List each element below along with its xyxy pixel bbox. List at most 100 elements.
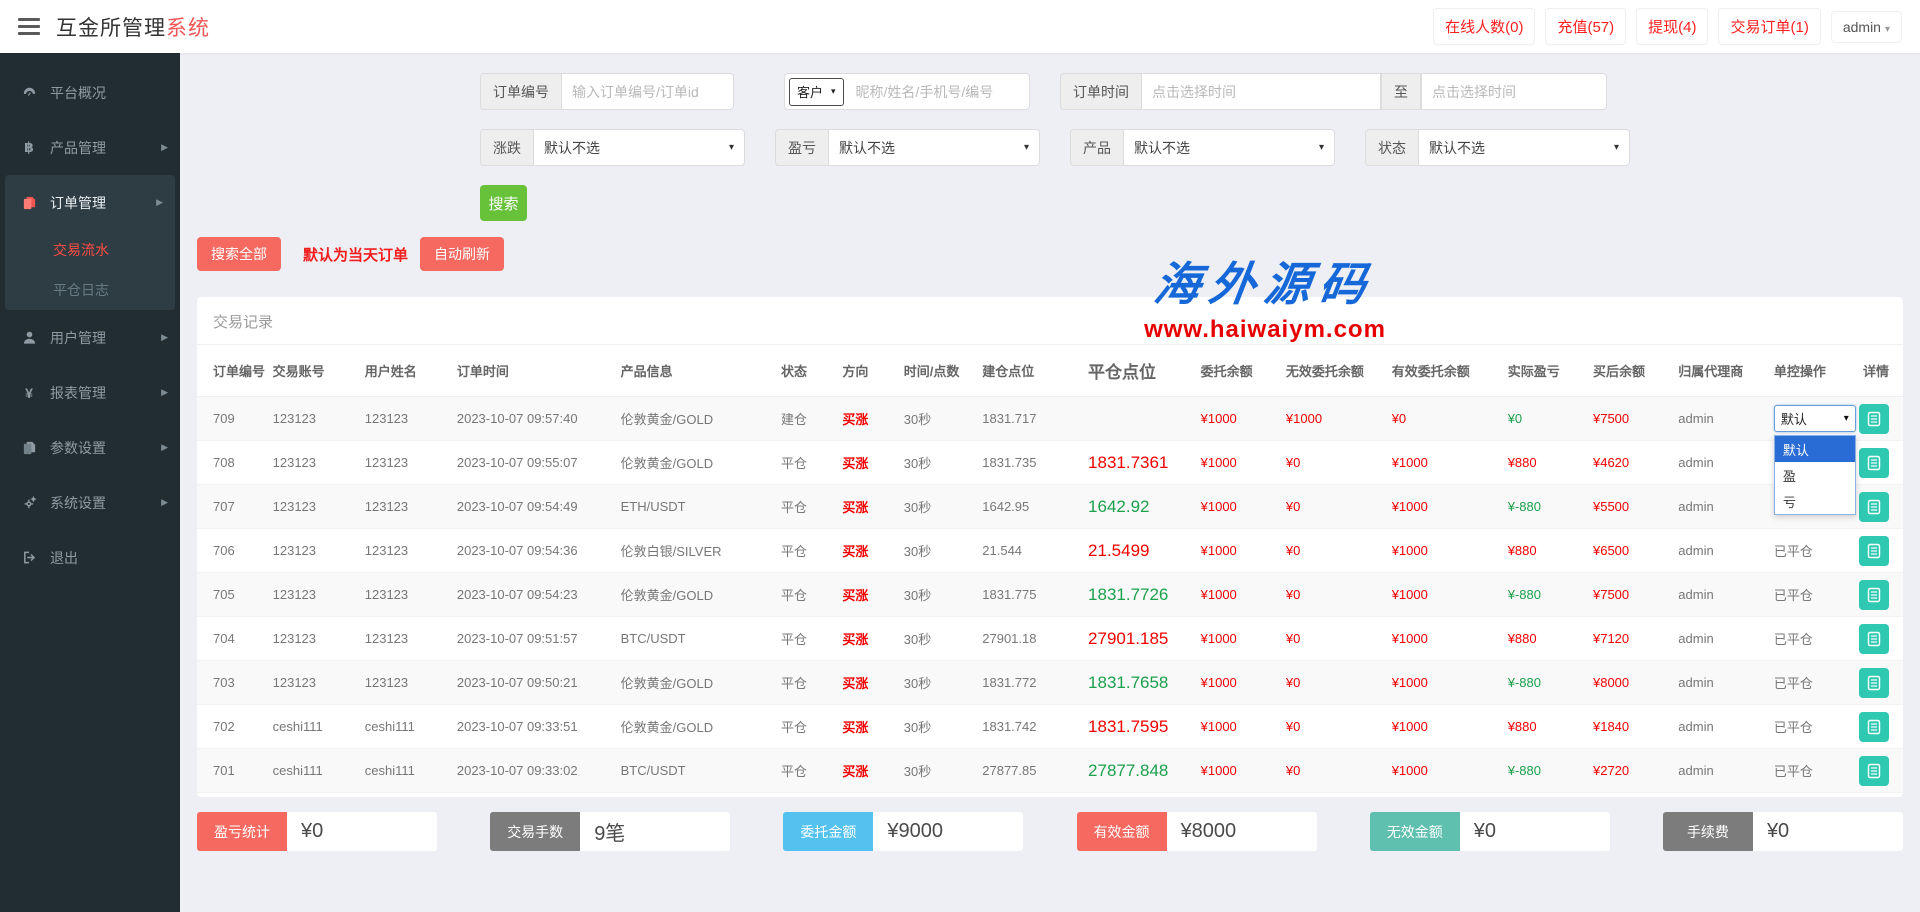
cell-detail [1855, 441, 1903, 485]
cell-valid: ¥1000 [1388, 441, 1504, 485]
cell-agent: admin [1674, 529, 1770, 573]
customer-input[interactable]: 昵称/姓名/手机号/编号 [856, 82, 994, 102]
cell-valid: ¥1000 [1388, 573, 1504, 617]
order-time-label: 订单时间 [1060, 73, 1141, 110]
auto-refresh-button[interactable]: 自动刷新 [420, 237, 504, 271]
detail-button[interactable] [1859, 756, 1889, 786]
sidebar-item-params[interactable]: 参数设置 ▶ [0, 420, 180, 475]
cell-name: 123123 [361, 397, 453, 441]
sidebar-item-system[interactable]: 系统设置 ▶ [0, 475, 180, 530]
cell-product: 伦敦黄金/GOLD [617, 397, 777, 441]
cell-profit: ¥0 [1504, 397, 1589, 441]
sidebar-subitem-trade-flow[interactable]: 交易流水 [5, 230, 175, 270]
cell-control: 默认▾ 默认盈亏 [1770, 397, 1855, 441]
cell-close: 27877.848 [1084, 749, 1197, 793]
recharge-link[interactable]: 充值(57) [1545, 8, 1626, 45]
cell-period: 30秒 [900, 705, 978, 749]
control-option[interactable]: 亏 [1775, 488, 1855, 514]
cell-open: 1831.742 [978, 705, 1084, 749]
search-button[interactable]: 搜索 [480, 185, 527, 221]
cell-close: 27901.185 [1084, 617, 1197, 661]
cell-period: 30秒 [900, 397, 978, 441]
product-select[interactable]: 默认不选▾ [1123, 129, 1335, 166]
order-no-filter: 订单编号 [480, 73, 734, 110]
column-header-direction: 方向 [838, 345, 899, 397]
cell-account: 123123 [269, 617, 361, 661]
cell-after: ¥6500 [1589, 529, 1674, 573]
control-option[interactable]: 默认 [1775, 436, 1855, 462]
table-row: 7061231231231232023-10-07 09:54:36伦敦白银/S… [197, 529, 1903, 573]
control-select[interactable]: 默认▾ [1774, 405, 1856, 432]
detail-button[interactable] [1859, 536, 1889, 566]
cell-account: 123123 [269, 441, 361, 485]
customer-type-select[interactable]: 客户▾ [789, 78, 844, 106]
sidebar-item-logout[interactable]: 退出 [0, 530, 180, 585]
detail-button[interactable] [1859, 492, 1889, 522]
updown-filter: 涨跌 默认不选▾ [480, 129, 745, 166]
cell-profit: ¥880 [1504, 617, 1589, 661]
detail-button[interactable] [1859, 404, 1889, 434]
cell-detail [1855, 617, 1903, 661]
detail-button[interactable] [1859, 668, 1889, 698]
sidebar-item-orders[interactable]: 订单管理 ▶ [5, 175, 175, 230]
user-icon [20, 330, 38, 346]
column-header-account: 交易账号 [269, 345, 361, 397]
search-all-button[interactable]: 搜索全部 [197, 237, 281, 271]
trade-orders-link[interactable]: 交易订单(1) [1718, 8, 1820, 45]
cell-account: ceshi111 [269, 705, 361, 749]
cell-status: 建仓 [777, 397, 838, 441]
time-from-input[interactable] [1141, 73, 1381, 110]
withdraw-link[interactable]: 提现(4) [1636, 8, 1708, 45]
detail-button[interactable] [1859, 624, 1889, 654]
summary-entrust-amount: 委托金额 ¥9000 [783, 812, 1023, 851]
cell-product: 伦敦黄金/GOLD [617, 705, 777, 749]
control-select-wrap: 默认▾ 默认盈亏 [1774, 405, 1856, 432]
time-to-input[interactable] [1421, 73, 1607, 110]
cell-id: 707 [197, 485, 269, 529]
cell-control: 已平仓 [1770, 573, 1855, 617]
chevron-down-icon: ▾ [1844, 413, 1849, 424]
cell-name: ceshi111 [361, 705, 453, 749]
menu-toggle-icon[interactable] [18, 14, 40, 39]
cell-direction: 买涨 [838, 485, 899, 529]
cell-agent: admin [1674, 485, 1770, 529]
cell-invalid: ¥0 [1282, 441, 1388, 485]
chevron-down-icon: ▾ [729, 142, 734, 153]
cell-time: 2023-10-07 09:57:40 [453, 397, 617, 441]
sidebar-item-products[interactable]: ฿ 产品管理 ▶ [0, 120, 180, 175]
user-menu[interactable]: admin▾ [1831, 11, 1902, 43]
status-select[interactable]: 默认不选▾ [1418, 129, 1630, 166]
params-icon [20, 440, 38, 456]
column-header-close: 平仓点位 [1084, 345, 1197, 397]
cell-id: 705 [197, 573, 269, 617]
cell-close [1084, 397, 1197, 441]
cell-profit: ¥880 [1504, 529, 1589, 573]
control-option[interactable]: 盈 [1775, 462, 1855, 488]
cell-status: 平仓 [777, 573, 838, 617]
updown-select[interactable]: 默认不选▾ [533, 129, 745, 166]
sidebar-item-dashboard[interactable]: 平台概况 [0, 65, 180, 120]
order-no-input[interactable] [561, 73, 734, 110]
cell-time: 2023-10-07 09:54:49 [453, 485, 617, 529]
cell-direction: 买涨 [838, 441, 899, 485]
sidebar-item-users[interactable]: 用户管理 ▶ [0, 310, 180, 365]
cell-account: ceshi111 [269, 749, 361, 793]
dashboard-icon [20, 85, 38, 101]
sidebar-item-reports[interactable]: ¥ 报表管理 ▶ [0, 365, 180, 420]
cell-open: 1831.735 [978, 441, 1084, 485]
cell-open: 27877.85 [978, 749, 1084, 793]
detail-button[interactable] [1859, 448, 1889, 478]
cell-entrust: ¥1000 [1197, 573, 1282, 617]
cell-id: 706 [197, 529, 269, 573]
cell-close: 21.5499 [1084, 529, 1197, 573]
cell-entrust: ¥1000 [1197, 661, 1282, 705]
cell-agent: admin [1674, 573, 1770, 617]
sidebar-subitem-close-log[interactable]: 平仓日志 [5, 270, 175, 310]
detail-button[interactable] [1859, 712, 1889, 742]
column-header-status: 状态 [777, 345, 838, 397]
cell-profit: ¥-880 [1504, 661, 1589, 705]
logout-icon [20, 550, 38, 566]
online-count-link[interactable]: 在线人数(0) [1433, 8, 1535, 45]
detail-button[interactable] [1859, 580, 1889, 610]
profit-select[interactable]: 默认不选▾ [828, 129, 1040, 166]
